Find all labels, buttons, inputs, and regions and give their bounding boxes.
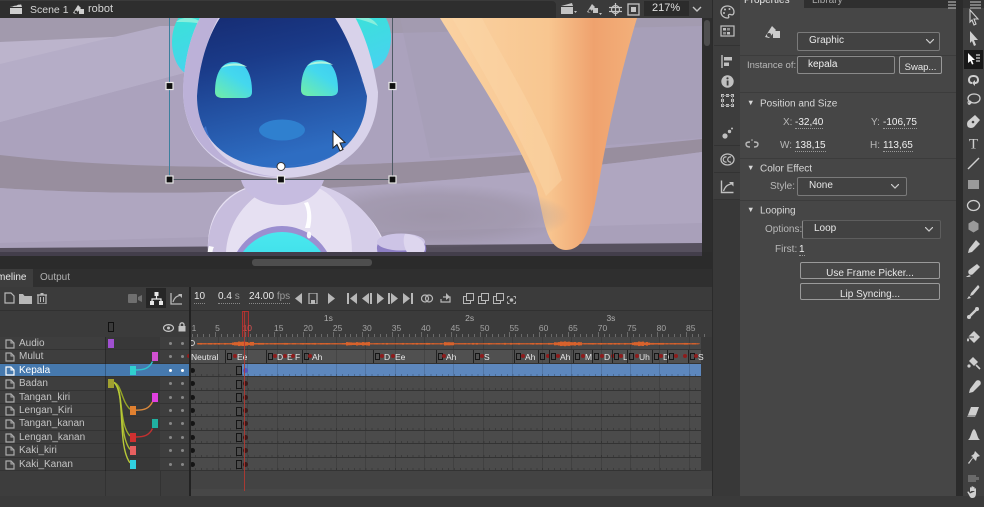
svg-text:T: T xyxy=(969,137,978,153)
